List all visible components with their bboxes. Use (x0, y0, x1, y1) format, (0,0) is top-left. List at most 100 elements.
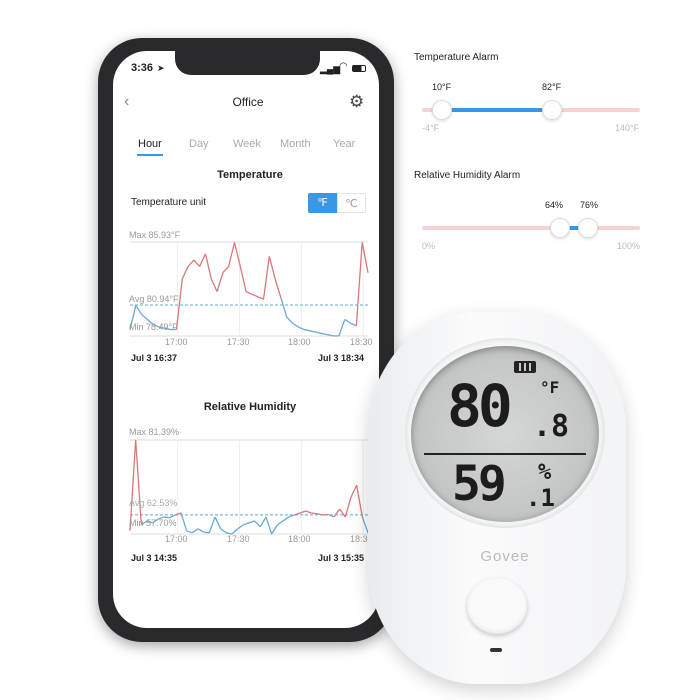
humidity-min-label: Min 57.70% (129, 518, 177, 528)
data-segment (228, 242, 236, 267)
status-time: 3:36 (131, 62, 154, 74)
data-segment (356, 485, 363, 518)
data-segment (186, 530, 193, 534)
data-segment (197, 528, 204, 533)
lcd-temperature-unit: °F (540, 378, 560, 397)
humidity-alarm-min: 0% (422, 241, 436, 251)
location-arrow-icon: ➤ (157, 63, 165, 73)
data-segment (203, 531, 210, 534)
data-segment (210, 278, 218, 292)
lcd-humidity-unit: % (538, 460, 552, 485)
data-segment (274, 278, 282, 299)
data-segment (248, 520, 255, 524)
humidity-alarm-track[interactable] (422, 226, 640, 230)
humidity-alarm-max: 100% (617, 241, 641, 251)
data-segment (216, 272, 224, 292)
humidity-avg-label: Avg 62.53% (129, 498, 178, 508)
data-segment (220, 528, 227, 534)
data-segment (355, 242, 363, 326)
data-segment (333, 508, 341, 518)
data-segment (262, 256, 270, 300)
data-segment (350, 484, 358, 498)
data-segment (141, 313, 148, 320)
tab-week[interactable]: Week (233, 138, 261, 150)
page-title: Office (232, 95, 264, 109)
data-segment (254, 520, 261, 528)
lcd-humidity-decimal: .1 (526, 484, 555, 512)
data-segment (214, 516, 222, 530)
data-segment (344, 496, 352, 518)
temperature-alarm-min: -4°F (422, 123, 440, 133)
back-button[interactable]: ‹ (124, 93, 129, 111)
data-segment (265, 516, 273, 535)
data-segment (208, 516, 216, 534)
data-segment (245, 291, 253, 295)
wifi-icon: ◠ (339, 61, 348, 72)
humidity-start-time: Jul 3 14:35 (131, 553, 178, 563)
data-segment (299, 510, 306, 514)
device-vent (490, 648, 502, 652)
temperature-start-time: Jul 3 16:37 (131, 353, 178, 363)
gear-icon[interactable]: ⚙ (349, 92, 364, 112)
temperature-tick: 18:30 (350, 337, 373, 347)
data-segment (344, 318, 351, 324)
humidity-max-label: Max 81.39% (129, 427, 180, 437)
data-segment (243, 522, 250, 526)
temperature-unit-label: Temperature unit (131, 197, 207, 208)
temperature-end-time: Jul 3 18:34 (318, 353, 365, 363)
temperature-alarm-low-value: 10°F (432, 82, 452, 92)
humidity-tick: 17:30 (227, 534, 250, 544)
lcd-temperature-decimal: .8 (533, 409, 570, 444)
data-segment (204, 253, 212, 280)
data-segment (276, 520, 284, 526)
tab-hour[interactable]: Hour (138, 138, 162, 150)
unit-c-button[interactable]: ℃ (337, 193, 366, 213)
data-segment (191, 528, 199, 534)
data-segment (350, 322, 357, 327)
signal-icon: ▂▄▆ (320, 64, 341, 74)
data-segment (304, 328, 311, 332)
lcd-temperature: 80 (447, 372, 513, 440)
data-segment (251, 293, 258, 298)
humidity-tick: 17:00 (165, 534, 188, 544)
data-segment (271, 524, 278, 535)
temperature-alarm-low-handle[interactable] (432, 100, 452, 120)
temperature-alarm-title: Temperature Alarm (414, 52, 499, 63)
data-segment (311, 512, 318, 515)
device-button[interactable] (467, 578, 527, 634)
temperature-tick: 17:30 (227, 337, 250, 347)
temperature-alarm-high-handle[interactable] (542, 100, 562, 120)
data-segment (305, 510, 312, 514)
data-segment (180, 512, 188, 532)
tab-month[interactable]: Month (280, 138, 311, 150)
data-segment (257, 296, 264, 300)
data-segment (280, 297, 288, 318)
data-segment (222, 265, 230, 274)
battery-icon (352, 65, 366, 72)
temperature-alarm-max: 140°F (615, 123, 640, 133)
data-segment (193, 259, 201, 267)
data-segment (309, 330, 316, 333)
battery-full-icon (514, 361, 536, 373)
tab-year[interactable]: Year (333, 138, 355, 150)
humidity-alarm-high-value: 76% (580, 200, 599, 210)
data-segment (286, 316, 294, 324)
unit-f-button[interactable]: ℉ (308, 193, 337, 213)
data-segment (321, 332, 328, 336)
temperature-min-label: Min 78.49°F (129, 322, 178, 332)
temperature-tick: 18:00 (288, 337, 311, 347)
data-segment (181, 266, 189, 280)
data-segment (315, 331, 322, 334)
temperature-avg-label: Avg 80.94°F (129, 294, 179, 304)
tab-indicator (137, 154, 163, 156)
humidity-alarm-low-handle[interactable] (550, 218, 570, 238)
data-segment (259, 516, 267, 528)
data-segment (292, 322, 299, 328)
humidity-alarm-high-handle[interactable] (578, 218, 598, 238)
lcd-humidity: 59 (452, 456, 507, 512)
temperature-title: Temperature (217, 169, 283, 181)
data-segment (135, 305, 143, 315)
lcd-divider (424, 453, 586, 455)
tab-day[interactable]: Day (189, 138, 209, 150)
data-segment (239, 266, 247, 292)
